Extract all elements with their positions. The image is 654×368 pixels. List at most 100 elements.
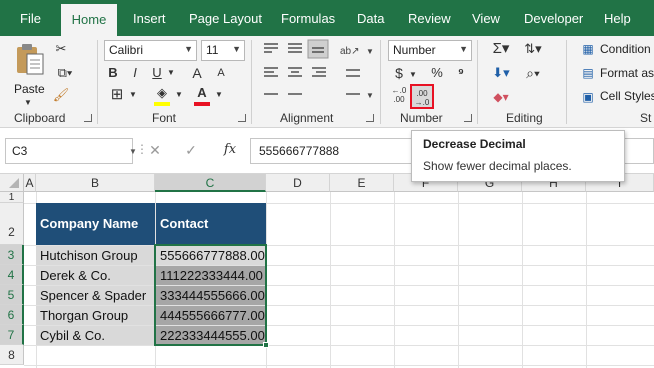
- grow-font-button[interactable]: A: [188, 64, 206, 82]
- chevron-down-icon[interactable]: ▼: [214, 86, 224, 104]
- number-format-select[interactable]: Number ▼: [388, 40, 472, 61]
- font-size-select[interactable]: 11 ▼: [201, 40, 245, 61]
- cell-c2-contact-header[interactable]: Contact: [156, 203, 266, 245]
- editing-group-label: Editing: [506, 111, 543, 125]
- fill-color-swatch: [154, 102, 170, 106]
- font-color-letter-icon: A: [197, 85, 207, 100]
- name-box[interactable]: C3: [5, 138, 133, 164]
- cell-company[interactable]: Hutchison Group: [36, 246, 155, 265]
- clear-icon[interactable]: ◆▾: [488, 88, 514, 106]
- autosum-icon[interactable]: Σ▾: [488, 40, 514, 58]
- chevron-down-icon: ▼: [24, 98, 32, 107]
- underline-button[interactable]: U: [150, 64, 164, 82]
- gridline: [586, 192, 587, 368]
- column-header-b[interactable]: B: [36, 174, 155, 192]
- cancel-entry-icon[interactable]: ✕: [148, 141, 162, 159]
- tab-page-layout[interactable]: Page Layout: [189, 0, 262, 36]
- tab-insert[interactable]: Insert: [133, 0, 166, 36]
- clipboard-launcher-icon[interactable]: [84, 114, 92, 122]
- comma-style-icon[interactable]: ⁹: [454, 64, 468, 82]
- styles-group-label: St: [640, 111, 652, 125]
- alignment-icons[interactable]: ab↗ ▼ ▼: [260, 38, 380, 108]
- alignment-launcher-icon[interactable]: [366, 114, 374, 122]
- column-header-d[interactable]: D: [266, 174, 330, 192]
- tooltip: Decrease Decimal Show fewer decimal plac…: [411, 130, 625, 182]
- column-header-e[interactable]: E: [330, 174, 394, 192]
- paint-bucket-icon: ◈: [157, 85, 167, 100]
- percent-button[interactable]: %: [430, 64, 444, 82]
- row-header-1[interactable]: 1: [0, 192, 24, 203]
- italic-button[interactable]: I: [128, 64, 142, 82]
- chevron-down-icon[interactable]: ▼: [166, 64, 176, 82]
- tab-formulas[interactable]: Formulas: [281, 0, 335, 36]
- fill-color-button[interactable]: ◈: [152, 85, 174, 106]
- row-header-5[interactable]: 5: [0, 285, 24, 305]
- format-painter-icon[interactable]: 🖌: [52, 86, 70, 104]
- tab-review[interactable]: Review: [408, 0, 451, 36]
- chevron-down-icon[interactable]: ▼: [128, 86, 138, 104]
- copy-icon[interactable]: ⧉▾: [52, 64, 78, 82]
- chevron-down-icon: ▼: [232, 44, 241, 54]
- number-launcher-icon[interactable]: [464, 114, 472, 122]
- conditional-formatting-icon: ▦: [582, 42, 594, 56]
- selection-outline: [154, 244, 267, 346]
- find-select-icon[interactable]: ⌕▾: [520, 64, 546, 82]
- gridline: [394, 192, 395, 368]
- grip-icon: ⋮: [136, 142, 148, 156]
- row-header-8[interactable]: 8: [0, 345, 24, 365]
- currency-button[interactable]: $: [392, 64, 406, 82]
- cell-company[interactable]: Thorgan Group: [36, 306, 155, 325]
- row-header-3[interactable]: 3: [0, 245, 24, 265]
- font-color-swatch: [194, 102, 210, 106]
- tab-view[interactable]: View: [472, 0, 500, 36]
- cut-icon[interactable]: ✂: [52, 40, 70, 58]
- select-all-corner[interactable]: [0, 174, 24, 192]
- row-header-7[interactable]: 7: [0, 325, 24, 345]
- bold-button[interactable]: B: [106, 64, 120, 82]
- cell-company[interactable]: Derek & Co.: [36, 266, 155, 285]
- clipboard-group-label: Clipboard: [14, 111, 66, 125]
- column-header-a[interactable]: A: [24, 174, 36, 192]
- paste-button[interactable]: Paste ▼: [10, 42, 50, 107]
- row-header-6[interactable]: 6: [0, 305, 24, 325]
- tab-data[interactable]: Data: [357, 0, 384, 36]
- tab-file[interactable]: File: [20, 0, 41, 36]
- cell-styles-button[interactable]: Cell Styles: [600, 89, 654, 103]
- font-name-select[interactable]: Calibri ▼: [104, 40, 197, 61]
- gridline: [458, 192, 459, 368]
- gridline: [522, 192, 523, 368]
- decrease-decimal-button[interactable]: .00 →.0: [410, 84, 434, 109]
- cell-company[interactable]: Cybil & Co.: [36, 326, 155, 345]
- sort-filter-icon[interactable]: ⇅▾: [520, 40, 546, 58]
- cell-b2-company-header[interactable]: Company Name: [36, 203, 155, 245]
- row-header-2[interactable]: 2: [0, 203, 24, 245]
- svg-text:ab↗: ab↗: [340, 46, 360, 57]
- fill-down-icon[interactable]: ⬇▾: [488, 64, 514, 82]
- svg-text:▼: ▼: [366, 47, 374, 56]
- borders-icon[interactable]: ⊞: [106, 86, 128, 104]
- tab-developer[interactable]: Developer: [524, 0, 583, 36]
- font-color-button[interactable]: A: [192, 85, 214, 106]
- row-header-4[interactable]: 4: [0, 265, 24, 285]
- insert-function-icon[interactable]: fx: [222, 141, 238, 159]
- divider: [566, 40, 567, 124]
- cell-company[interactable]: Spencer & Spader: [36, 286, 155, 305]
- column-header-c[interactable]: C: [155, 174, 266, 192]
- tab-help[interactable]: Help: [604, 0, 631, 36]
- shrink-font-button[interactable]: A: [212, 64, 230, 82]
- format-as-table-button[interactable]: Format as: [600, 66, 654, 80]
- tab-home[interactable]: Home: [61, 4, 117, 36]
- number-format-value: Number: [393, 43, 436, 57]
- fill-handle[interactable]: [263, 342, 269, 348]
- gridline: [24, 345, 654, 346]
- select-all-triangle-icon: [9, 178, 19, 188]
- confirm-entry-icon[interactable]: ✓: [184, 141, 198, 159]
- chevron-down-icon[interactable]: ▼: [408, 66, 418, 84]
- cell-styles-icon: ▣: [582, 90, 594, 104]
- conditional-formatting-button[interactable]: Condition: [600, 42, 651, 56]
- divider: [97, 40, 98, 124]
- increase-decimal-button[interactable]: ←.0 .00: [390, 86, 408, 108]
- font-launcher-icon[interactable]: [238, 114, 246, 122]
- worksheet-grid[interactable]: A B C D E F G H I 1 2 3 4 5 6 7 8 Compan…: [0, 174, 654, 368]
- chevron-down-icon[interactable]: ▼: [174, 86, 184, 104]
